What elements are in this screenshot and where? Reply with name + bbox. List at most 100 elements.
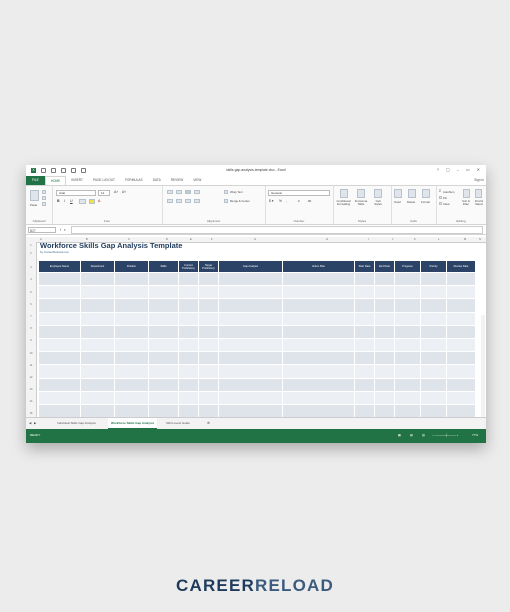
table-cell[interactable] [394, 337, 421, 353]
sheet-tab-individual[interactable]: Individual Skills Gap Analysis [57, 418, 96, 428]
table-cell[interactable] [114, 285, 149, 300]
align-middle-icon[interactable] [176, 190, 182, 194]
format-cells-button[interactable]: Format [421, 200, 430, 204]
table-cell[interactable] [178, 271, 199, 287]
scroll-tabs-right-icon[interactable]: ▶ [34, 418, 36, 428]
tab-review[interactable]: REVIEW [166, 176, 189, 185]
table-cell[interactable] [178, 324, 199, 339]
table-cell[interactable] [394, 298, 421, 313]
table-cell[interactable] [114, 324, 149, 339]
table-cell[interactable] [148, 377, 179, 392]
tab-insert[interactable]: INSERT [66, 176, 88, 185]
font-name-select[interactable]: Arial [56, 190, 96, 196]
table-cell[interactable] [394, 324, 421, 339]
table-cell[interactable] [420, 351, 447, 366]
header-employee-name[interactable]: Employee Name [38, 260, 81, 273]
table-cell[interactable] [354, 403, 375, 419]
underline-icon[interactable]: U [70, 199, 73, 203]
table-cell[interactable] [374, 311, 395, 326]
header-priority[interactable]: Priority [420, 260, 447, 273]
header-target-proficiency[interactable]: Target Proficiency [198, 260, 219, 273]
table-cell[interactable] [354, 351, 375, 366]
header-skills[interactable]: Skills [148, 260, 179, 273]
table-cell[interactable] [420, 390, 447, 405]
restore-icon[interactable]: ▭ [466, 167, 470, 172]
insert-cells-button[interactable]: Insert [394, 200, 401, 204]
delete-cells-button[interactable]: Delete [407, 200, 415, 204]
table-cell[interactable] [198, 403, 219, 419]
table-cell[interactable] [354, 311, 375, 326]
tab-page-layout[interactable]: PAGE LAYOUT [88, 176, 120, 185]
table-cell[interactable] [394, 271, 421, 287]
delete-cells-icon[interactable] [408, 189, 416, 198]
row-header[interactable]: 11 [26, 364, 36, 367]
format-cells-icon[interactable] [422, 189, 430, 198]
autosum-icon[interactable]: Σ [439, 189, 441, 193]
column-header[interactable]: I [368, 238, 369, 241]
table-cell[interactable] [198, 271, 219, 287]
formula-input[interactable] [71, 225, 483, 234]
table-cell[interactable] [218, 298, 283, 313]
table-cell[interactable] [178, 311, 199, 326]
table-cell[interactable] [446, 364, 476, 379]
table-cell[interactable] [80, 271, 115, 287]
page-layout-view-icon[interactable]: ▤ [410, 433, 413, 437]
table-cell[interactable] [198, 324, 219, 339]
table-cell[interactable] [148, 390, 179, 405]
table-cell[interactable] [114, 390, 149, 405]
table-cell[interactable] [38, 390, 81, 405]
tab-data[interactable]: DATA [148, 176, 166, 185]
table-cell[interactable] [394, 403, 421, 419]
column-header[interactable]: E [190, 238, 192, 241]
header-review-date[interactable]: Review Date [446, 260, 476, 273]
header-current-proficiency[interactable]: Current Proficiency [178, 260, 199, 273]
header-gap-analysis[interactable]: Gap Analysis [218, 260, 283, 273]
sort-filter-button[interactable]: Sort & Filter [460, 199, 472, 207]
cell-styles-button[interactable]: Cell Styles [372, 199, 384, 207]
table-cell[interactable] [282, 298, 355, 313]
table-cell[interactable] [354, 364, 375, 379]
table-cell[interactable] [394, 390, 421, 405]
header-action-plan[interactable]: Action Plan [282, 260, 355, 273]
table-cell[interactable] [354, 337, 375, 353]
table-cell[interactable] [420, 377, 447, 392]
column-header[interactable]: H [326, 238, 328, 241]
table-cell[interactable] [38, 351, 81, 366]
conditional-formatting-button[interactable]: Conditional Formatting [335, 199, 352, 207]
wrap-text-button[interactable]: Wrap Text [230, 190, 243, 194]
table-cell[interactable] [198, 377, 219, 392]
wrap-text-icon[interactable] [224, 190, 228, 194]
column-header[interactable]: N [479, 238, 481, 241]
row-header[interactable]: 1 [26, 244, 36, 247]
table-cell[interactable] [38, 311, 81, 326]
table-cell[interactable] [198, 364, 219, 379]
table-cell[interactable] [282, 377, 355, 392]
table-cell[interactable] [420, 364, 447, 379]
table-cell[interactable] [446, 285, 476, 300]
help-icon[interactable]: ? [437, 167, 439, 172]
merge-center-button[interactable]: Merge & Center [230, 199, 250, 203]
table-cell[interactable] [114, 351, 149, 366]
zoom-level[interactable]: 77% [472, 433, 478, 437]
column-header[interactable]: K [414, 238, 416, 241]
format-as-table-icon[interactable] [357, 189, 365, 198]
zoom-slider[interactable]: – ─────┼──── + [432, 433, 458, 437]
table-cell[interactable] [38, 324, 81, 339]
table-cell[interactable] [114, 403, 149, 419]
ribbon-display-icon[interactable]: ▢ [446, 167, 450, 172]
table-cell[interactable] [38, 337, 81, 353]
orientation-icon[interactable] [194, 190, 200, 194]
table-cell[interactable] [218, 337, 283, 353]
font-size-select[interactable]: 12 [98, 190, 110, 196]
decrease-decimal-icon[interactable]: .00 [307, 199, 311, 203]
table-cell[interactable] [114, 337, 149, 353]
spreadsheet-grid[interactable]: A B C D E F G H I J K L M N 1 2 3 4 5 6 … [26, 237, 486, 443]
borders-icon[interactable] [79, 199, 86, 204]
row-header[interactable]: 6 [26, 303, 36, 306]
table-cell[interactable] [80, 390, 115, 405]
row-header[interactable]: 5 [26, 291, 36, 294]
table-cell[interactable] [80, 285, 115, 300]
table-cell[interactable] [178, 298, 199, 313]
table-cell[interactable] [282, 271, 355, 287]
table-cell[interactable] [218, 285, 283, 300]
